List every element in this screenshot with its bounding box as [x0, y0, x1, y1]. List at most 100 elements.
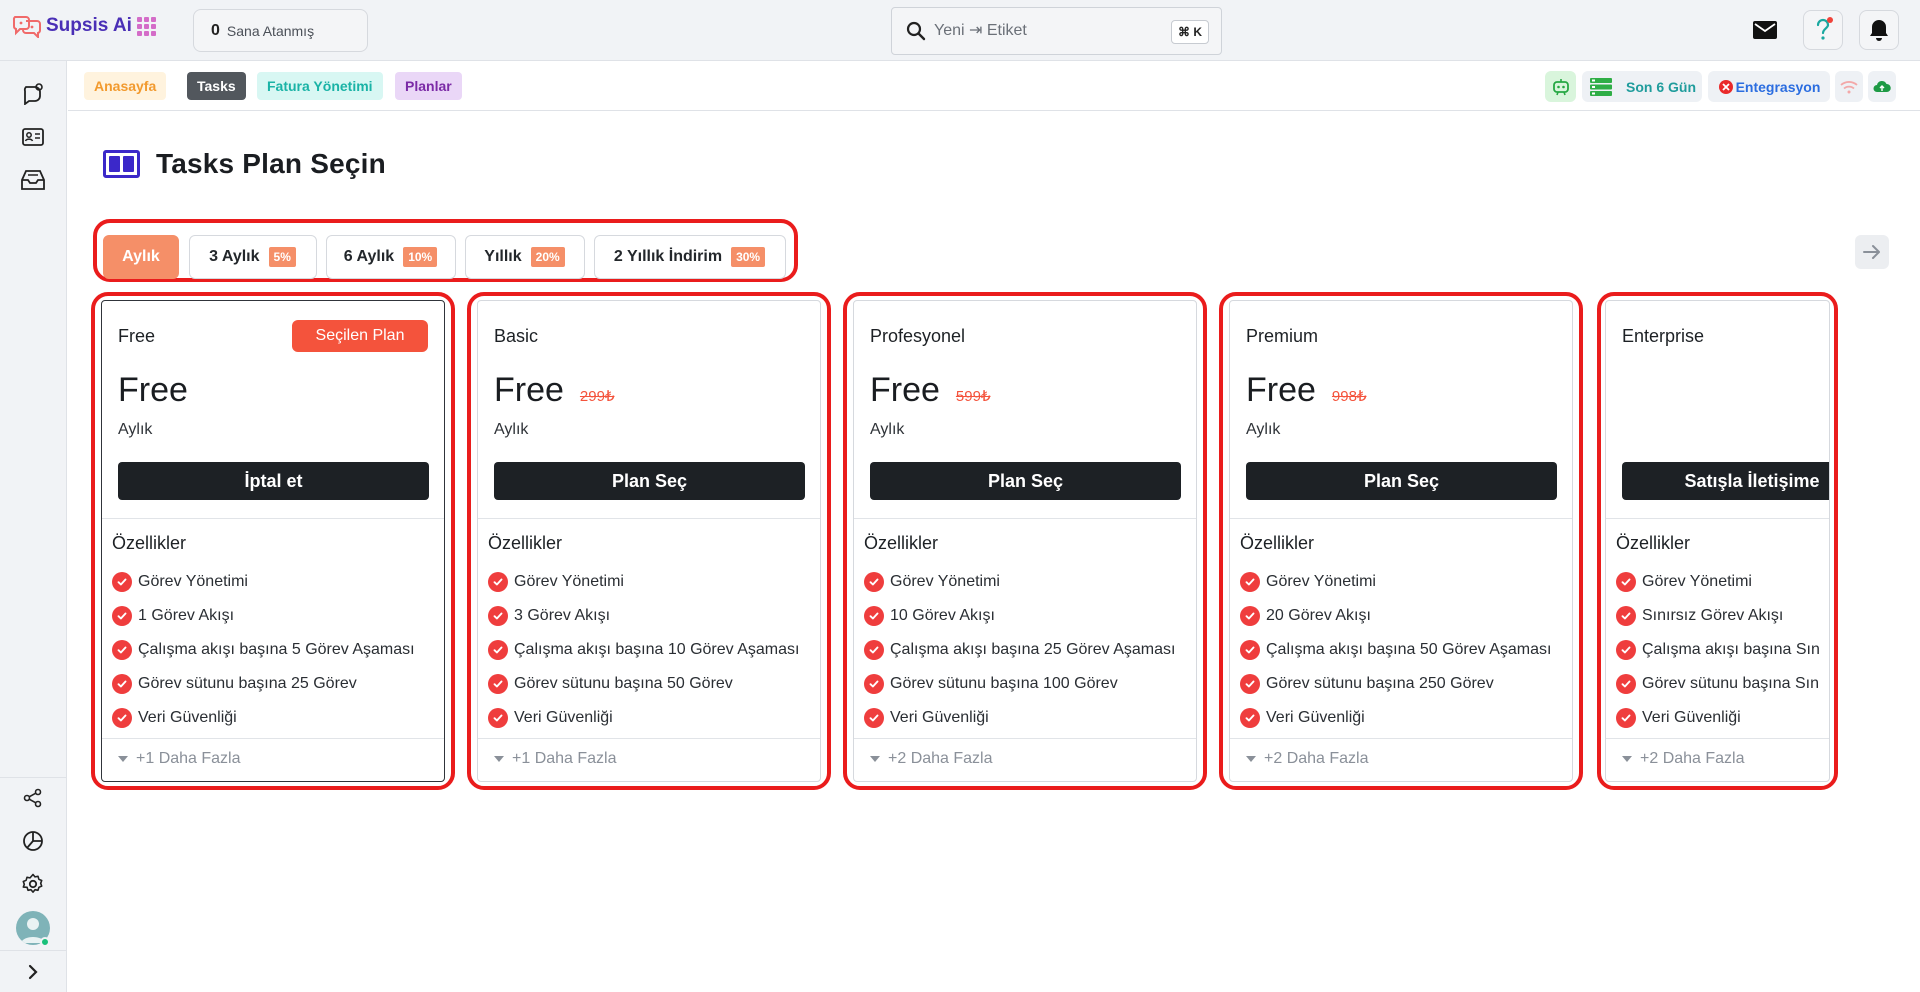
plan-card-premium: Premium Free 998₺ Aylık Plan Seç Özellikle…: [1229, 300, 1573, 782]
chart-pie-icon: [23, 831, 43, 851]
card-divider: [854, 738, 1196, 739]
date-range-button[interactable]: Son 6 Gün: [1582, 71, 1702, 102]
bot-status-button[interactable]: [1545, 71, 1576, 102]
tab-anasayfa[interactable]: Anasayfa: [84, 72, 167, 100]
plan-card-enterprise: Enterprise Satışla İletişime Özellikler Gö…: [1605, 300, 1830, 782]
card-divider: [1230, 518, 1572, 519]
feature-text: Çalışma akışı başına 25 Görev Aşaması: [890, 641, 1176, 658]
arrow-right-icon: [1863, 245, 1880, 259]
apps-grid-icon[interactable]: [137, 17, 156, 36]
check-circle-icon: [1240, 572, 1260, 592]
period-option-aylik[interactable]: Aylık: [103, 235, 179, 279]
show-more-features-button[interactable]: +2 Daha Fazla: [870, 750, 993, 768]
show-more-features-button[interactable]: +2 Daha Fazla: [1622, 750, 1745, 768]
check-circle-icon: [1616, 572, 1636, 592]
check-circle-icon: [488, 708, 508, 728]
assigned-to-me-filter[interactable]: 0 Sana Atanmış: [193, 9, 368, 52]
integration-status-button[interactable]: Entegrasyon: [1708, 71, 1830, 102]
show-more-features-button[interactable]: +2 Daha Fazla: [1246, 750, 1369, 768]
choose-plan-button[interactable]: Satışla İletişime: [1622, 462, 1829, 500]
plan-name: Premium: [1246, 326, 1319, 346]
search-shortcut: ⌘ K: [1171, 20, 1209, 44]
check-circle-icon: [488, 674, 508, 694]
settings-icon: [22, 873, 43, 893]
feature-item: Veri Güvenliği: [112, 701, 415, 735]
feature-text: Görev sütunu başına 100 Görev: [890, 675, 1118, 692]
period-label: 2 Yıllık İndirim: [613, 248, 723, 265]
cancel-plan-button[interactable]: İptal et: [118, 462, 429, 500]
choose-plan-button[interactable]: Plan Seç: [494, 462, 805, 500]
tab-planlar[interactable]: Planlar: [395, 72, 462, 100]
feature-text: Çalışma akışı başına 10 Görev Aşaması: [514, 641, 800, 658]
discount-badge: 20%: [529, 246, 566, 268]
app-logo[interactable]: Supsis Ai: [12, 14, 132, 38]
plan-old-price: 299₺: [579, 388, 615, 405]
check-circle-icon: [1616, 606, 1636, 626]
sidebar-item-share[interactable]: [18, 783, 48, 813]
plan-price: Free: [870, 371, 940, 409]
page-header: Tasks Plan Seçin: [103, 148, 386, 180]
sidebar-item-chat[interactable]: [18, 79, 48, 109]
app-name: Supsis Ai: [46, 15, 132, 36]
tab-fatura-yonetimi[interactable]: Fatura Yönetimi: [257, 72, 383, 100]
plan-name: Enterprise: [1622, 326, 1705, 346]
tab-tasks[interactable]: Tasks: [187, 72, 246, 100]
check-circle-icon: [1240, 606, 1260, 626]
show-more-features-button[interactable]: +1 Daha Fazla: [494, 750, 617, 768]
period-option-yillik[interactable]: Yıllık 20%: [465, 235, 585, 279]
feature-item: Veri Güvenliği: [1240, 701, 1551, 735]
notifications-button[interactable]: [1859, 10, 1899, 50]
card-divider: [478, 518, 820, 519]
caret-down-icon: [870, 756, 880, 762]
feature-text: Görev Yönetimi: [1642, 573, 1752, 590]
bell-icon: [1870, 20, 1888, 41]
feature-list: Görev Yönetimi 20 Görev Akışı Çalışma ak…: [1240, 565, 1551, 735]
mail-button[interactable]: [1745, 10, 1785, 50]
check-circle-icon: [488, 640, 508, 660]
sidebar-expand-button[interactable]: [18, 957, 48, 987]
cloud-status[interactable]: [1868, 71, 1896, 102]
feature-item: 20 Görev Akışı: [1240, 599, 1551, 633]
search-input[interactable]: [934, 22, 1154, 40]
features-title: Özellikler: [1240, 533, 1315, 553]
feature-list: Görev Yönetimi Sınırsız Görev Akışı Çalı…: [1616, 565, 1820, 735]
feature-item: Görev Yönetimi: [488, 565, 799, 599]
feature-item: 10 Görev Akışı: [864, 599, 1175, 633]
period-option-3-aylik[interactable]: 3 Aylık 5%: [189, 235, 317, 279]
card-divider: [102, 738, 444, 739]
feature-text: Veri Güvenliği: [890, 709, 989, 726]
feature-text: 1 Görev Akışı: [138, 607, 235, 624]
discount-badge: 30%: [730, 246, 767, 268]
period-label: 6 Aylık: [343, 248, 395, 265]
feature-item: Veri Güvenliği: [488, 701, 799, 735]
card-divider: [1606, 518, 1829, 519]
feature-text: Çalışma akışı başına 5 Görev Aşaması: [138, 641, 415, 658]
show-more-features-button[interactable]: +1 Daha Fazla: [118, 750, 241, 768]
feature-item: Veri Güvenliği: [864, 701, 1175, 735]
connection-status[interactable]: [1835, 71, 1863, 102]
show-more-label: +2 Daha Fazla: [888, 750, 993, 767]
sidebar-item-reports[interactable]: [18, 826, 48, 856]
tab-label: Fatura Yönetimi: [267, 78, 373, 94]
period-option-6-aylik[interactable]: 6 Aylık 10%: [326, 235, 456, 279]
sidebar-item-contacts[interactable]: [18, 122, 48, 152]
feature-item: Görev sütunu başına Sın: [1616, 667, 1820, 701]
feature-text: Görev sütunu başına Sın: [1642, 675, 1819, 692]
feature-item: Çalışma akışı başına 10 Görev Aşaması: [488, 633, 799, 667]
feature-text: 20 Görev Akışı: [1266, 607, 1371, 624]
choose-plan-button[interactable]: Plan Seç: [1246, 462, 1557, 500]
sidebar-item-settings[interactable]: [18, 869, 48, 899]
feature-text: Görev Yönetimi: [138, 573, 248, 590]
help-button[interactable]: [1803, 10, 1843, 50]
period-option-2-yillik[interactable]: 2 Yıllık İndirim 30%: [594, 235, 786, 279]
period-label: Yıllık: [484, 248, 522, 265]
search-icon: [906, 21, 926, 41]
choose-plan-button[interactable]: Plan Seç: [870, 462, 1181, 500]
sidebar-divider: [0, 777, 67, 778]
sidebar-item-inbox[interactable]: [18, 165, 48, 195]
scroll-right-button[interactable]: [1855, 235, 1889, 269]
caret-down-icon: [118, 756, 128, 762]
feature-item: Çalışma akışı başına 50 Görev Aşaması: [1240, 633, 1551, 667]
tab-label: Planlar: [405, 78, 452, 94]
search-box[interactable]: ⌘ K: [891, 7, 1222, 55]
